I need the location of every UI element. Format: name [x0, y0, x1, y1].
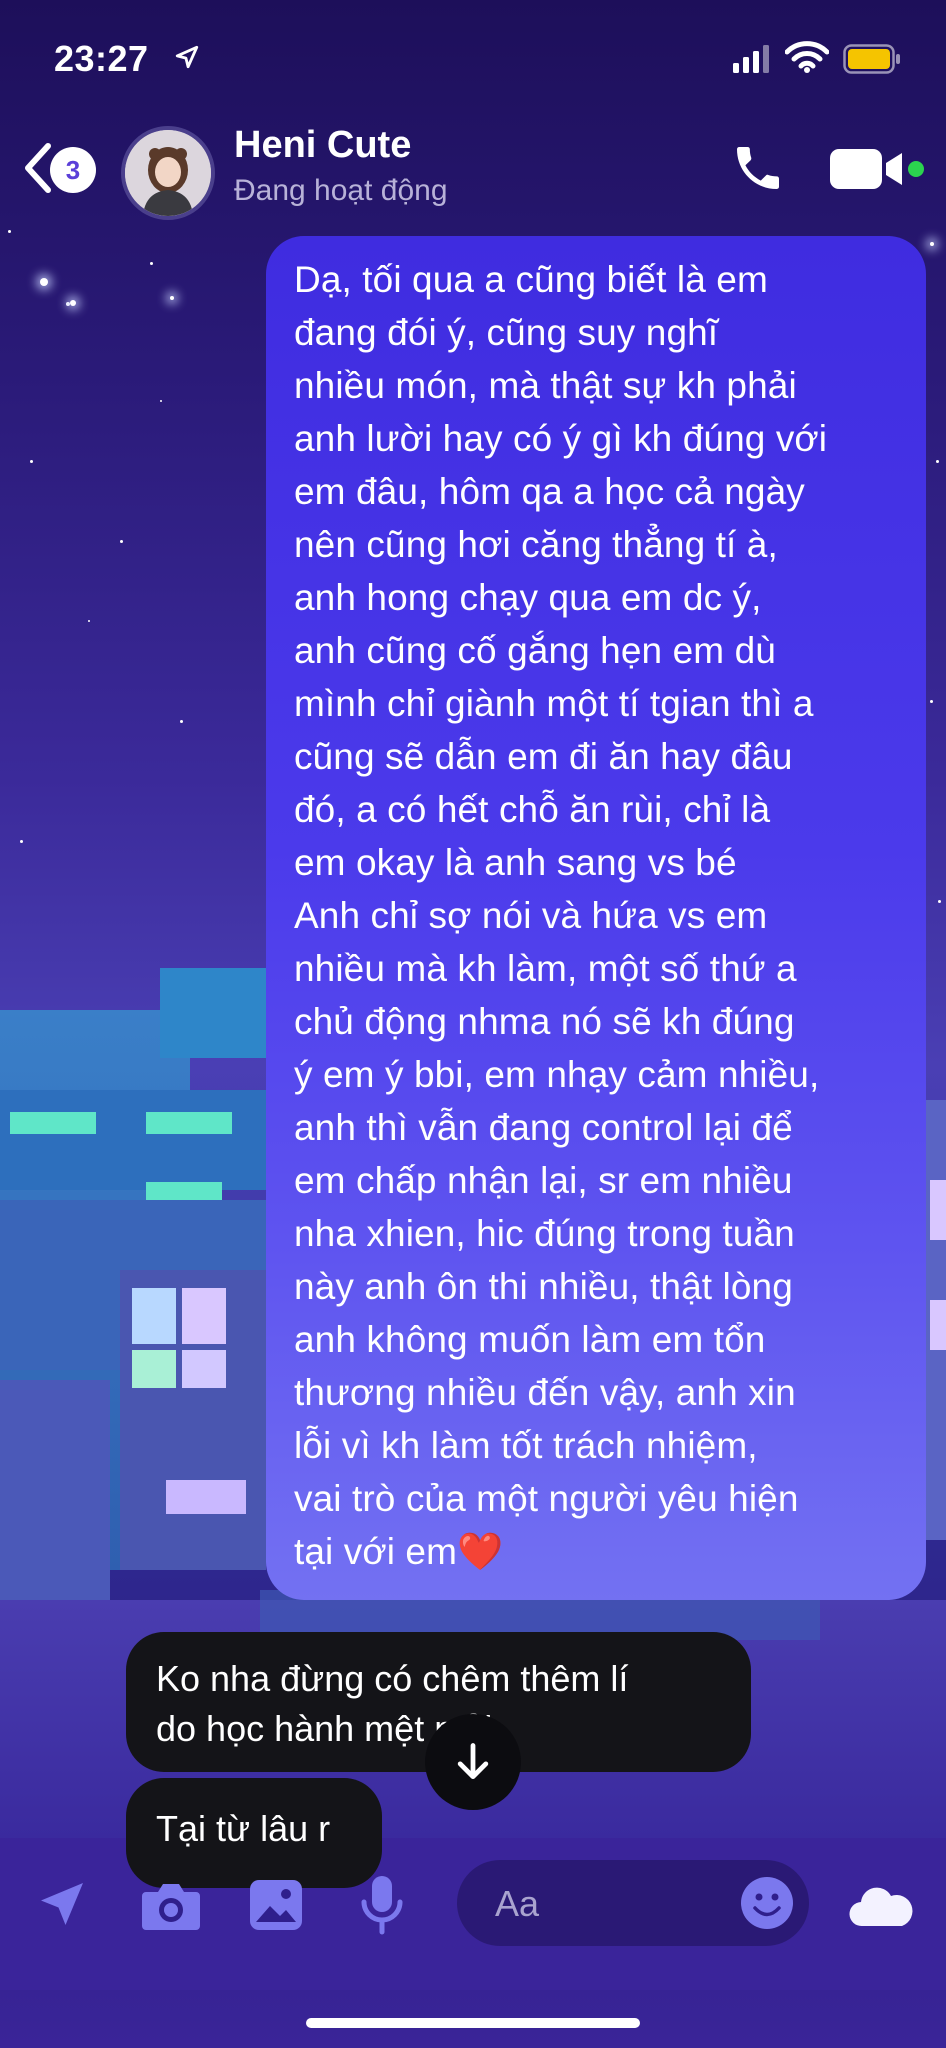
- microphone-icon[interactable]: [358, 1874, 406, 1936]
- chevron-left-icon: [25, 143, 51, 193]
- video-call-button[interactable]: [828, 146, 924, 192]
- gallery-icon[interactable]: [248, 1878, 304, 1932]
- clock: 23:27: [54, 38, 149, 79]
- unread-count-badge: 3: [50, 147, 96, 193]
- cloud-icon[interactable]: [848, 1884, 914, 1928]
- camera-icon[interactable]: [140, 1880, 202, 1932]
- message-text: Dạ, tối qua a cũng biết là em đang đói ý…: [294, 259, 828, 1572]
- battery-icon: [843, 44, 900, 74]
- avatar[interactable]: [121, 126, 215, 220]
- message-input[interactable]: [493, 1878, 717, 1930]
- scroll-to-bottom-button[interactable]: [425, 1714, 521, 1810]
- message-input-field[interactable]: [457, 1860, 809, 1946]
- video-camera-icon: [830, 149, 924, 189]
- location-arrow-icon: [175, 45, 199, 69]
- phone-icon: [737, 147, 779, 189]
- status-bar: 23:27: [0, 0, 946, 120]
- profile-photo: [125, 130, 211, 216]
- outgoing-message-bubble[interactable]: Dạ, tối qua a cũng biết là em đang đói ý…: [266, 236, 926, 1600]
- home-indicator[interactable]: [306, 2018, 640, 2028]
- contact-name[interactable]: Heni Cute: [234, 124, 411, 167]
- signal-icon: [733, 45, 769, 73]
- send-arrow-icon[interactable]: [34, 1876, 90, 1932]
- wifi-icon: [785, 41, 829, 73]
- active-status: Đang hoạt động: [234, 174, 448, 207]
- arrow-down-icon: [457, 1743, 489, 1780]
- emoji-icon[interactable]: [739, 1875, 795, 1931]
- voice-call-button[interactable]: [728, 138, 790, 200]
